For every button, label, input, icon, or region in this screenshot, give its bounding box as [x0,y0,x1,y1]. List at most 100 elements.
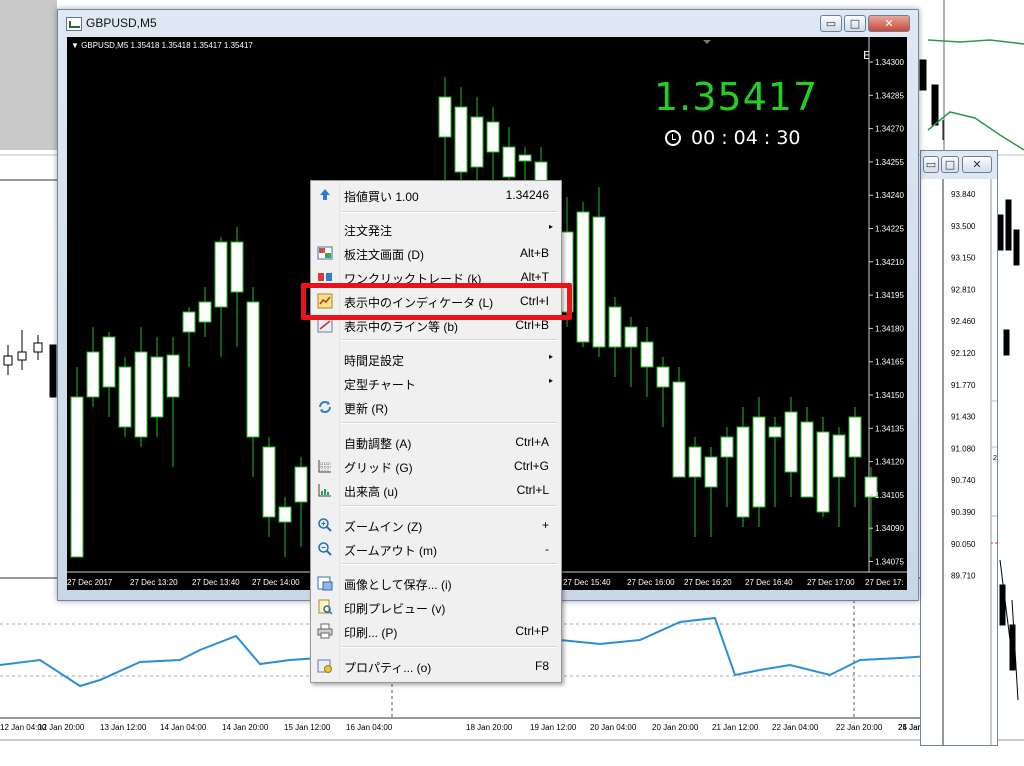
bg-time-label-4: 14 Jan 20:00 [222,723,269,732]
second-close-button[interactable]: ✕ [962,156,992,173]
chart-window-icon [66,17,82,31]
price-label-6: 1.34210 [875,258,904,267]
menu-item-grid[interactable]: グリッド (G) Ctrl+G [311,454,561,478]
price-label-8: 1.34180 [875,324,904,333]
secondary-chart[interactable]: 93.840 93.500 93.150 92.810 92.460 92.120 91.7… [921,179,997,745]
candle-body-36 [768,426,782,438]
menu-item-zoom-in[interactable]: ズームイン (Z) + [311,513,561,537]
menu-item-properties[interactable]: プロパティ... (o) F8 [311,654,561,678]
menu-item-print[interactable]: 印刷... (P) Ctrl+P [311,619,561,643]
menu-item-shortcut: Ctrl+G [513,459,549,473]
menu-item-label: プロパティ... (o) [344,661,432,675]
bg-time-label-10: 20 Jan 20:00 [652,723,699,732]
candle-body-16 [438,96,452,138]
price-label-10: 1.34150 [875,391,904,400]
second-price-label-8: 91.080 [951,444,976,453]
candle-body-8 [198,301,212,323]
zoom-in-icon [317,517,333,533]
secondary-chart-window[interactable]: ▭ □ ✕ 93.840 93.500 93.150 92.810 92.460 92.1… [920,150,998,746]
menu-item-label: 自動調整 (A) [344,437,412,451]
candle-body-4 [134,351,148,438]
bg-time-label-12: 22 Jan 04:00 [772,723,819,732]
menu-separator-0 [341,211,557,213]
price-label-2: 1.34270 [875,125,904,134]
menu-item-save-image[interactable]: 画像として保存... (i) [311,571,561,595]
menu-item-depth[interactable]: 板注文画面 (D) Alt+B [311,241,561,265]
price-label-14: 1.34090 [875,524,904,533]
price-label-11: 1.34135 [875,424,904,433]
menu-separator-5 [341,646,557,648]
bg-time-label-2: 13 Jan 12:00 [100,723,147,732]
minimize-button[interactable]: ▭ [820,15,842,32]
menu-item-label: 表示中のライン等 (b) [344,320,459,334]
candle-body-30 [672,381,686,478]
menu-item-templates[interactable]: 定型チャート ▸ [311,371,561,395]
candle-body-10 [230,241,244,293]
menu-item-new-order[interactable]: 注文発注 ▸ [311,217,561,241]
second-max-button[interactable]: □ [941,156,959,173]
menu-item-shortcut: Alt+T [520,270,549,284]
candle-body-35 [752,416,766,508]
maximize-button[interactable]: □ [844,15,866,32]
close-button[interactable]: ✕ [868,15,910,32]
bg-time-label-11: 21 Jan 12:00 [712,723,759,732]
window-titlebar[interactable]: GBPUSD,M5 ▭ □ ✕ [58,10,918,37]
candle-body-6 [166,354,180,398]
candle-body-12 [262,446,276,518]
menu-item-shortcut: 1.34246 [505,188,549,202]
menu-item-shortcut: Ctrl+A [515,435,549,449]
menu-item-label: 出来高 (u) [344,485,399,499]
symbol-dropdown-icon[interactable]: ▼ [71,41,79,50]
menu-item-timeframes[interactable]: 時間足設定 ▸ [311,347,561,371]
time-label-7: 27 Dec 16:40 [745,578,793,587]
menu-item-label: 時間足設定 [344,354,405,368]
buy-arrow-icon [317,187,333,203]
menu-item-label: ズームイン (Z) [344,520,423,534]
menu-item-volumes[interactable]: 出来高 (u) Ctrl+L [311,478,561,502]
depth-of-market-icon [317,245,333,261]
menu-item-zoom-out[interactable]: ズームアウト (m) - [311,537,561,561]
price-label-13: 1.34105 [875,491,904,500]
menu-item-buy-limit[interactable]: 指値買い 1.00 1.34246 [311,183,561,207]
price-label-9: 1.34165 [875,358,904,367]
menu-item-label: 定型チャート [344,378,416,392]
candle-body-40 [832,434,846,478]
second-min-button[interactable]: ▭ [923,156,939,173]
volumes-icon [317,482,333,498]
menu-item-label: ズームアウト (m) [344,544,437,558]
submenu-arrow-icon: ▸ [548,222,553,231]
menu-item-shortcut: Ctrl+L [516,483,549,497]
candle-body-41 [848,416,862,458]
time-label-6: 27 Dec 16:20 [684,578,732,587]
chart-context-menu[interactable]: 指値買い 1.00 1.34246 注文発注 ▸ 板注文画面 (D) Alt+B ワンクリッ… [310,180,562,683]
save-picture-icon [317,575,333,591]
menu-item-label: 板注文画面 (D) [344,248,424,262]
menu-item-label: 注文発注 [344,224,393,238]
bg-time-label-6: 16 Jan 04:00 [346,723,393,732]
candle-body-13 [278,506,292,523]
candle-body-2 [102,336,116,388]
highlight-annotation [301,283,572,320]
zoom-out-icon [317,541,333,557]
candle-body-9 [214,241,228,308]
time-label-3: 27 Dec 14:00 [252,578,300,587]
menu-separator-1 [341,339,557,341]
bg-time-label-9: 20 Jan 04:00 [590,723,637,732]
menu-item-shortcut: F8 [534,659,549,673]
bg-time-label-8: 19 Jan 12:00 [530,723,577,732]
properties-icon [317,658,333,674]
time-label-8: 27 Dec 17:00 [807,578,855,587]
candle-body-5 [150,356,164,418]
bg-time-label-7: 18 Jan 20:00 [466,723,513,732]
second-price-label-6: 91.770 [951,381,976,390]
candle-body-26 [608,306,622,348]
menu-item-autoscroll[interactable]: 自動調整 (A) Ctrl+A [311,430,561,454]
price-label-0: 1.34300 [875,58,904,67]
menu-item-label: 更新 (R) [344,402,388,416]
candle-body-25 [592,216,606,348]
menu-item-refresh[interactable]: 更新 (R) [311,395,561,419]
candle-body-34 [736,426,750,518]
menu-item-print-preview[interactable]: 印刷プレビュー (v) [311,595,561,619]
second-price-label-2: 93.150 [951,254,976,263]
symbol-info[interactable]: ▼ GBPUSD,M5 1.35418 1.35418 1.35417 1.35… [71,41,253,50]
